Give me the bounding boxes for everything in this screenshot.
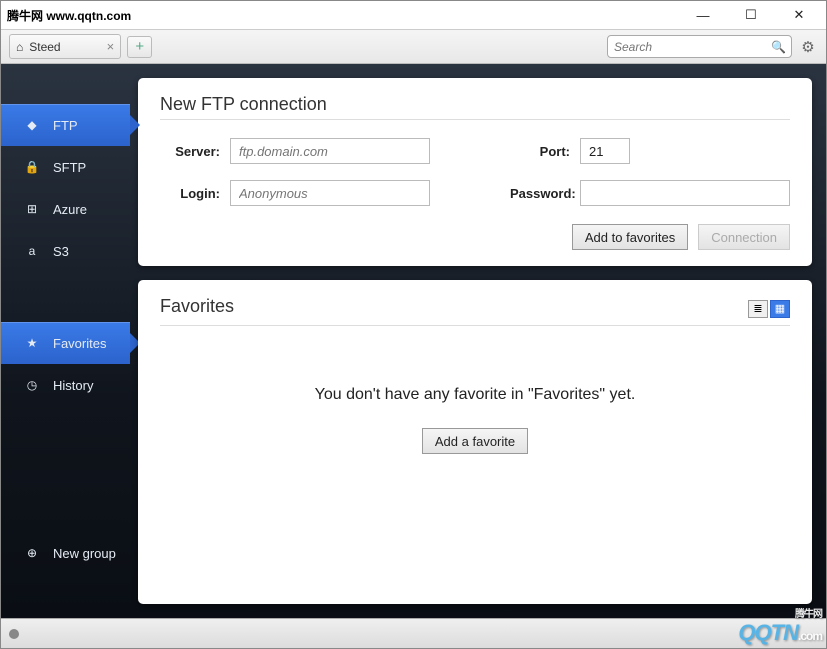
- sidebar-item-azure[interactable]: ⊞ Azure: [1, 188, 130, 230]
- login-input[interactable]: [230, 180, 430, 206]
- sidebar-item-label: FTP: [53, 118, 78, 133]
- diamond-icon: ◆: [25, 118, 39, 132]
- plus-circle-icon: ⊕: [25, 546, 39, 560]
- clock-icon: ◷: [25, 378, 39, 392]
- window-title: 腾牛网 www.qqtn.com: [7, 7, 688, 24]
- port-label: Port:: [510, 144, 570, 159]
- sidebar-item-sftp[interactable]: 🔒 SFTP: [1, 146, 130, 188]
- tab-close-icon[interactable]: ×: [107, 39, 115, 54]
- toolbar: ⌂ Steed × + 🔍 ⚙: [1, 29, 826, 64]
- sidebar-item-ftp[interactable]: ◆ FTP: [1, 104, 130, 146]
- search-input[interactable]: [614, 40, 771, 54]
- windows-icon: ⊞: [25, 202, 39, 216]
- sidebar-item-label: New group: [53, 546, 116, 561]
- home-icon: ⌂: [16, 40, 23, 54]
- server-input[interactable]: [230, 138, 430, 164]
- sidebar-item-label: Favorites: [53, 336, 106, 351]
- tab-label: Steed: [29, 40, 60, 54]
- sidebar-new-group[interactable]: ⊕ New group: [1, 532, 130, 574]
- connection-button[interactable]: Connection: [698, 224, 790, 250]
- minimize-button[interactable]: —: [688, 5, 718, 25]
- sidebar-item-label: Azure: [53, 202, 87, 217]
- lock-icon: 🔒: [25, 160, 39, 174]
- divider: [160, 119, 790, 120]
- statusbar: [1, 618, 826, 648]
- titlebar: 腾牛网 www.qqtn.com — ☐ ✕: [1, 1, 826, 29]
- sidebar-item-favorites[interactable]: ★ Favorites: [1, 322, 130, 364]
- sidebar: ◆ FTP 🔒 SFTP ⊞ Azure a S3 ★ Favorites ◷: [1, 64, 130, 618]
- add-favorite-button[interactable]: Add a favorite: [422, 428, 528, 454]
- favorites-panel-title: Favorites: [160, 296, 748, 317]
- settings-button[interactable]: ⚙: [798, 37, 818, 57]
- connection-panel: New FTP connection Server: Port: Login:: [138, 78, 812, 266]
- status-indicator-icon: [9, 629, 19, 639]
- port-input[interactable]: [580, 138, 630, 164]
- login-label: Login:: [160, 186, 220, 201]
- sidebar-item-label: S3: [53, 244, 69, 259]
- maximize-button[interactable]: ☐: [736, 5, 766, 25]
- favorites-empty-message: You don't have any favorite in "Favorite…: [160, 386, 790, 404]
- close-window-button[interactable]: ✕: [784, 5, 814, 25]
- star-icon: ★: [25, 336, 39, 350]
- sidebar-item-label: SFTP: [53, 160, 86, 175]
- server-label: Server:: [160, 144, 220, 159]
- favorites-panel: Favorites ≣ ▦ You don't have any favorit…: [138, 280, 812, 604]
- sidebar-item-history[interactable]: ◷ History: [1, 364, 130, 406]
- password-label: Password:: [510, 186, 570, 201]
- search-box[interactable]: 🔍: [607, 35, 792, 58]
- grid-view-button[interactable]: ▦: [770, 300, 790, 318]
- new-tab-button[interactable]: +: [127, 36, 152, 58]
- sidebar-item-s3[interactable]: a S3: [1, 230, 130, 272]
- connection-panel-title: New FTP connection: [160, 94, 790, 115]
- sidebar-item-label: History: [53, 378, 93, 393]
- search-icon[interactable]: 🔍: [771, 40, 786, 54]
- tab-steed[interactable]: ⌂ Steed ×: [9, 34, 121, 59]
- add-to-favorites-button[interactable]: Add to favorites: [572, 224, 688, 250]
- amazon-icon: a: [25, 244, 39, 258]
- password-input[interactable]: [580, 180, 790, 206]
- list-view-button[interactable]: ≣: [748, 300, 768, 318]
- divider: [160, 325, 790, 326]
